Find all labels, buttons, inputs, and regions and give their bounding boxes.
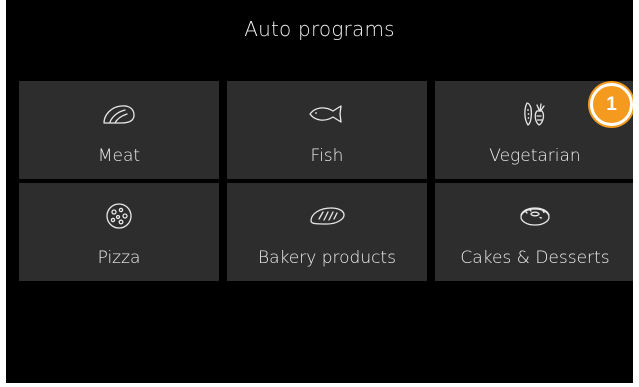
program-label: Cakes & Desserts xyxy=(460,248,610,268)
program-tile-pizza[interactable]: Pizza xyxy=(19,183,219,281)
oven-screen: Auto programs Meat Fish Vegetarian Pizza… xyxy=(6,0,633,383)
program-tile-bakery[interactable]: Bakery products xyxy=(227,183,427,281)
program-label: Vegetarian xyxy=(489,146,581,166)
page-title: Auto programs xyxy=(244,17,395,41)
callout-badge: 1 xyxy=(590,83,633,126)
program-label: Fish xyxy=(310,146,344,166)
program-tile-meat[interactable]: Meat xyxy=(19,81,219,179)
bread-icon xyxy=(227,199,427,233)
meat-icon xyxy=(19,97,219,131)
program-label: Bakery products xyxy=(258,248,396,268)
fish-icon xyxy=(227,97,427,131)
program-label: Pizza xyxy=(97,248,141,268)
pizza-icon xyxy=(19,199,219,233)
program-tile-cakes[interactable]: Cakes & Desserts xyxy=(435,183,633,281)
program-label: Meat xyxy=(97,146,141,166)
program-tile-fish[interactable]: Fish xyxy=(227,81,427,179)
donut-icon xyxy=(435,199,633,233)
